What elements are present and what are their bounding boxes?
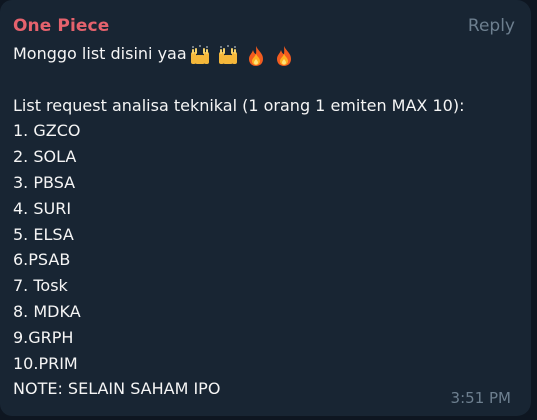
list-item: 8. MDKA [13,301,81,321]
greeting-line: Monggo list disini yaa [13,41,523,67]
greeting-text: Monggo list disini yaa [13,44,187,63]
emoji-group [188,45,300,71]
sender-name[interactable]: One Piece [13,14,109,38]
fire-icon [248,46,263,66]
list-item: 5. ELSA [13,224,74,244]
list-item: 4. SURI [13,198,72,218]
list-item: 3. PBSA [13,172,76,192]
list-item: 9.GRPH [13,327,74,347]
message-bubble[interactable]: One Piece Reply Monggo list disini yaa L… [0,0,531,416]
list-item: 1. GZCO [13,121,81,141]
list-item: 10.PRIM [13,353,78,373]
list-item: 7. Tosk [13,276,68,296]
message-text: Monggo list disini yaa List request anal… [13,41,523,402]
list-item: 6.PSAB [13,250,71,270]
list-item: 2. SOLA [13,147,77,167]
message-time: 3:51 PM [450,389,511,407]
fire-icon [276,46,291,66]
reply-button[interactable]: Reply [468,14,515,38]
note-text: NOTE: SELAIN SAHAM IPO [13,379,221,399]
raising-hands-icon [218,45,237,64]
list-title: List request analisa teknikal (1 orang 1… [13,95,465,115]
raising-hands-icon [190,45,209,64]
